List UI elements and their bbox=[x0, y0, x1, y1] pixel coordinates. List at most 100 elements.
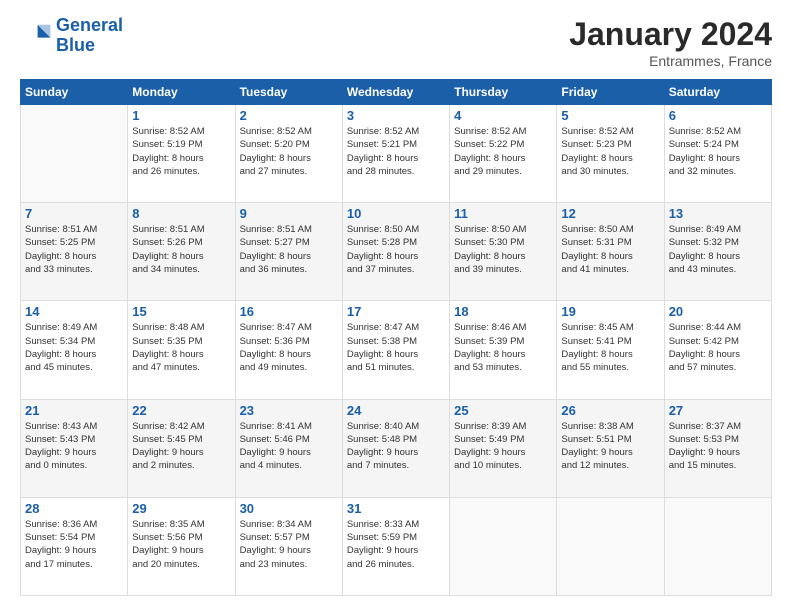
day-info: Sunrise: 8:35 AM Sunset: 5:56 PM Dayligh… bbox=[132, 518, 230, 571]
day-info: Sunrise: 8:52 AM Sunset: 5:19 PM Dayligh… bbox=[132, 125, 230, 178]
logo-line1: General bbox=[56, 15, 123, 35]
day-number: 5 bbox=[561, 108, 659, 123]
calendar-cell bbox=[557, 497, 664, 595]
calendar-cell: 25Sunrise: 8:39 AM Sunset: 5:49 PM Dayli… bbox=[450, 399, 557, 497]
day-number: 7 bbox=[25, 206, 123, 221]
day-info: Sunrise: 8:46 AM Sunset: 5:39 PM Dayligh… bbox=[454, 321, 552, 374]
day-number: 23 bbox=[240, 403, 338, 418]
day-number: 21 bbox=[25, 403, 123, 418]
calendar-header-row: SundayMondayTuesdayWednesdayThursdayFrid… bbox=[21, 80, 772, 105]
day-number: 2 bbox=[240, 108, 338, 123]
day-number: 4 bbox=[454, 108, 552, 123]
calendar-cell: 15 Sunrise: 8:48 AM Sunset: 5:35 PM Dayli… bbox=[128, 301, 235, 399]
day-number: 16 bbox=[240, 304, 338, 319]
day-info: Sunrise: 8:34 AM Sunset: 5:57 PM Dayligh… bbox=[240, 518, 338, 571]
calendar-week-row: 28 Sunrise: 8:36 AM Sunset: 5:54 PM Dayli… bbox=[21, 497, 772, 595]
day-info: Sunrise: 8:42 AM Sunset: 5:45 PM Dayligh… bbox=[132, 420, 230, 473]
page: General Blue January 2024 Entrammes, Fra… bbox=[0, 0, 792, 612]
day-number: 9 bbox=[240, 206, 338, 221]
day-number: 28 bbox=[25, 501, 123, 516]
calendar-cell: 24Sunrise: 8:40 AM Sunset: 5:48 PM Dayli… bbox=[342, 399, 449, 497]
calendar-cell: 18 Sunrise: 8:46 AM Sunset: 5:39 PM Dayli… bbox=[450, 301, 557, 399]
calendar-cell: 26Sunrise: 8:38 AM Sunset: 5:51 PM Dayli… bbox=[557, 399, 664, 497]
day-info: Sunrise: 8:50 AM Sunset: 5:28 PM Dayligh… bbox=[347, 223, 445, 276]
day-info: Sunrise: 8:44 AM Sunset: 5:42 PM Dayligh… bbox=[669, 321, 767, 374]
col-header-tuesday: Tuesday bbox=[235, 80, 342, 105]
day-info: Sunrise: 8:52 AM Sunset: 5:23 PM Dayligh… bbox=[561, 125, 659, 178]
day-info: Sunrise: 8:41 AM Sunset: 5:46 PM Dayligh… bbox=[240, 420, 338, 473]
day-info: Sunrise: 8:50 AM Sunset: 5:31 PM Dayligh… bbox=[561, 223, 659, 276]
day-info: Sunrise: 8:52 AM Sunset: 5:24 PM Dayligh… bbox=[669, 125, 767, 178]
calendar-cell bbox=[450, 497, 557, 595]
day-info: Sunrise: 8:50 AM Sunset: 5:30 PM Dayligh… bbox=[454, 223, 552, 276]
day-info: Sunrise: 8:52 AM Sunset: 5:20 PM Dayligh… bbox=[240, 125, 338, 178]
col-header-monday: Monday bbox=[128, 80, 235, 105]
calendar-cell: 12Sunrise: 8:50 AM Sunset: 5:31 PM Dayli… bbox=[557, 203, 664, 301]
header: General Blue January 2024 Entrammes, Fra… bbox=[20, 16, 772, 69]
day-info: Sunrise: 8:49 AM Sunset: 5:34 PM Dayligh… bbox=[25, 321, 123, 374]
col-header-saturday: Saturday bbox=[664, 80, 771, 105]
calendar-week-row: 14 Sunrise: 8:49 AM Sunset: 5:34 PM Dayli… bbox=[21, 301, 772, 399]
calendar-cell: 19Sunrise: 8:45 AM Sunset: 5:41 PM Dayli… bbox=[557, 301, 664, 399]
day-info: Sunrise: 8:47 AM Sunset: 5:36 PM Dayligh… bbox=[240, 321, 338, 374]
main-title: January 2024 bbox=[569, 16, 772, 53]
day-number: 25 bbox=[454, 403, 552, 418]
calendar-cell: 22Sunrise: 8:42 AM Sunset: 5:45 PM Dayli… bbox=[128, 399, 235, 497]
calendar-cell: 17Sunrise: 8:47 AM Sunset: 5:38 PM Dayli… bbox=[342, 301, 449, 399]
calendar-cell: 7 Sunrise: 8:51 AM Sunset: 5:25 PM Daylig… bbox=[21, 203, 128, 301]
calendar-cell: 2 Sunrise: 8:52 AM Sunset: 5:20 PM Daylig… bbox=[235, 105, 342, 203]
title-area: January 2024 Entrammes, France bbox=[569, 16, 772, 69]
calendar-cell: 13 Sunrise: 8:49 AM Sunset: 5:32 PM Dayli… bbox=[664, 203, 771, 301]
day-info: Sunrise: 8:36 AM Sunset: 5:54 PM Dayligh… bbox=[25, 518, 123, 571]
col-header-wednesday: Wednesday bbox=[342, 80, 449, 105]
subtitle: Entrammes, France bbox=[569, 53, 772, 69]
calendar-cell: 5 Sunrise: 8:52 AM Sunset: 5:23 PM Daylig… bbox=[557, 105, 664, 203]
calendar-week-row: 1 Sunrise: 8:52 AM Sunset: 5:19 PM Daylig… bbox=[21, 105, 772, 203]
day-info: Sunrise: 8:45 AM Sunset: 5:41 PM Dayligh… bbox=[561, 321, 659, 374]
logo-line2: Blue bbox=[56, 35, 95, 55]
logo: General Blue bbox=[20, 16, 123, 56]
calendar-cell: 20 Sunrise: 8:44 AM Sunset: 5:42 PM Dayli… bbox=[664, 301, 771, 399]
calendar-cell: 28 Sunrise: 8:36 AM Sunset: 5:54 PM Dayli… bbox=[21, 497, 128, 595]
calendar-cell: 30Sunrise: 8:34 AM Sunset: 5:57 PM Dayli… bbox=[235, 497, 342, 595]
calendar-table: SundayMondayTuesdayWednesdayThursdayFrid… bbox=[20, 79, 772, 596]
calendar-cell: 9 Sunrise: 8:51 AM Sunset: 5:27 PM Daylig… bbox=[235, 203, 342, 301]
col-header-thursday: Thursday bbox=[450, 80, 557, 105]
day-number: 14 bbox=[25, 304, 123, 319]
day-number: 18 bbox=[454, 304, 552, 319]
day-info: Sunrise: 8:38 AM Sunset: 5:51 PM Dayligh… bbox=[561, 420, 659, 473]
calendar-cell: 31Sunrise: 8:33 AM Sunset: 5:59 PM Dayli… bbox=[342, 497, 449, 595]
day-info: Sunrise: 8:49 AM Sunset: 5:32 PM Dayligh… bbox=[669, 223, 767, 276]
day-number: 3 bbox=[347, 108, 445, 123]
calendar-cell: 21 Sunrise: 8:43 AM Sunset: 5:43 PM Dayli… bbox=[21, 399, 128, 497]
calendar-week-row: 7 Sunrise: 8:51 AM Sunset: 5:25 PM Daylig… bbox=[21, 203, 772, 301]
logo-icon bbox=[20, 20, 52, 52]
day-info: Sunrise: 8:48 AM Sunset: 5:35 PM Dayligh… bbox=[132, 321, 230, 374]
day-info: Sunrise: 8:51 AM Sunset: 5:27 PM Dayligh… bbox=[240, 223, 338, 276]
calendar-cell: 4 Sunrise: 8:52 AM Sunset: 5:22 PM Daylig… bbox=[450, 105, 557, 203]
day-number: 24 bbox=[347, 403, 445, 418]
day-number: 20 bbox=[669, 304, 767, 319]
day-number: 17 bbox=[347, 304, 445, 319]
day-info: Sunrise: 8:52 AM Sunset: 5:21 PM Dayligh… bbox=[347, 125, 445, 178]
calendar-cell: 14 Sunrise: 8:49 AM Sunset: 5:34 PM Dayli… bbox=[21, 301, 128, 399]
day-info: Sunrise: 8:52 AM Sunset: 5:22 PM Dayligh… bbox=[454, 125, 552, 178]
day-number: 31 bbox=[347, 501, 445, 516]
day-number: 1 bbox=[132, 108, 230, 123]
col-header-friday: Friday bbox=[557, 80, 664, 105]
day-number: 6 bbox=[669, 108, 767, 123]
day-info: Sunrise: 8:51 AM Sunset: 5:25 PM Dayligh… bbox=[25, 223, 123, 276]
day-info: Sunrise: 8:43 AM Sunset: 5:43 PM Dayligh… bbox=[25, 420, 123, 473]
day-number: 27 bbox=[669, 403, 767, 418]
day-number: 15 bbox=[132, 304, 230, 319]
calendar-cell bbox=[21, 105, 128, 203]
calendar-week-row: 21 Sunrise: 8:43 AM Sunset: 5:43 PM Dayli… bbox=[21, 399, 772, 497]
calendar-cell: 8Sunrise: 8:51 AM Sunset: 5:26 PM Daylig… bbox=[128, 203, 235, 301]
col-header-sunday: Sunday bbox=[21, 80, 128, 105]
calendar-cell: 3 Sunrise: 8:52 AM Sunset: 5:21 PM Daylig… bbox=[342, 105, 449, 203]
calendar-cell: 10Sunrise: 8:50 AM Sunset: 5:28 PM Dayli… bbox=[342, 203, 449, 301]
day-number: 13 bbox=[669, 206, 767, 221]
day-number: 11 bbox=[454, 206, 552, 221]
day-number: 8 bbox=[132, 206, 230, 221]
calendar-cell: 1 Sunrise: 8:52 AM Sunset: 5:19 PM Daylig… bbox=[128, 105, 235, 203]
